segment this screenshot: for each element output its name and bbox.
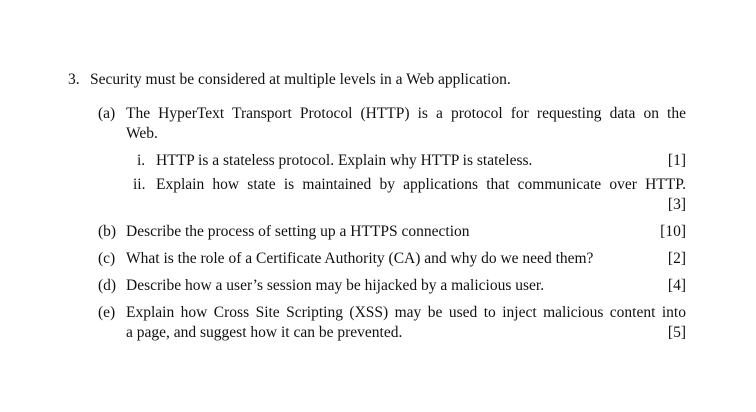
part-a-label: (a) xyxy=(98,105,116,122)
subpart-a-i-label: i. xyxy=(137,152,146,169)
part-d-text: Describe how a user’s session may be hij… xyxy=(126,277,545,294)
subpart-a-ii-text: Explain how state is maintained by appli… xyxy=(156,176,686,193)
subpart-a-ii-label: ii. xyxy=(133,176,146,193)
part-c-marks: [2] xyxy=(667,250,686,267)
part-e-marks: [5] xyxy=(667,324,686,341)
part-b-marks: [10] xyxy=(660,223,686,240)
part-c-label: (c) xyxy=(98,250,116,267)
part-a-line1: The HyperText Transport Protocol (HTTP) … xyxy=(126,105,686,122)
question-number: 3. xyxy=(68,71,80,88)
part-e-label: (e) xyxy=(98,304,116,321)
part-e-line1: Explain how Cross Site Scripting (XSS) m… xyxy=(126,304,686,321)
subpart-a-i-marks: [1] xyxy=(667,152,686,169)
part-c-text: What is the role of a Certificate Author… xyxy=(126,250,594,267)
subpart-a-i-text: HTTP is a stateless protocol. Explain wh… xyxy=(156,152,533,169)
part-b-label: (b) xyxy=(98,223,117,240)
part-b-text: Describe the process of setting up a HTT… xyxy=(126,223,470,240)
part-e-line2: a page, and suggest how it can be preven… xyxy=(126,324,403,341)
part-d-marks: [4] xyxy=(667,277,686,294)
part-a-line2: Web. xyxy=(126,125,158,142)
question-text: Security must be considered at multiple … xyxy=(90,71,511,88)
part-d-label: (d) xyxy=(98,277,117,294)
subpart-a-ii-marks: [3] xyxy=(667,196,686,213)
exam-page: 3. Security must be considered at multip… xyxy=(0,0,756,412)
